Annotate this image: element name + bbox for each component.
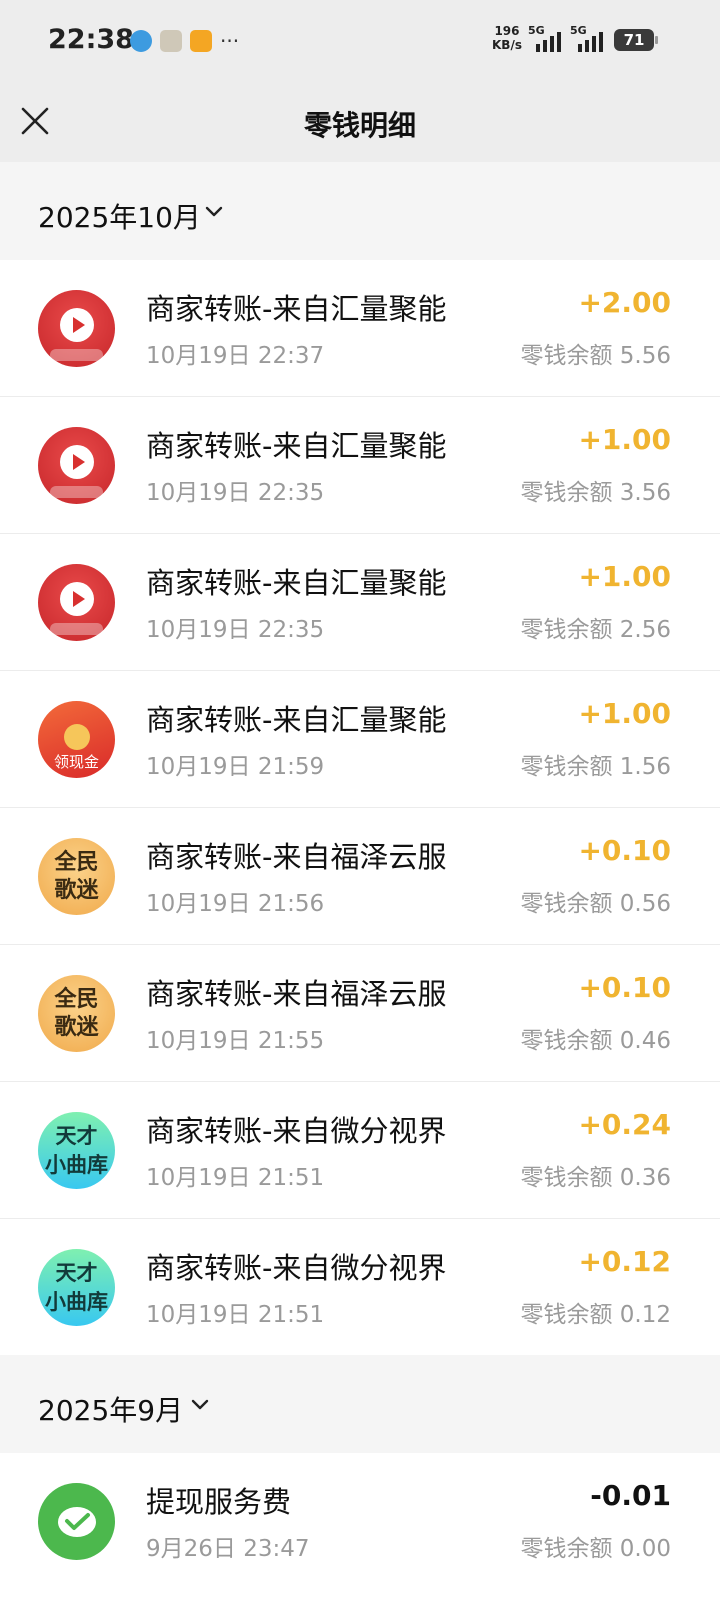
merchant-avatar: 全民 歌迷 [38,975,115,1052]
transaction-time: 10月19日 21:51 [146,1165,325,1191]
transaction-time: 10月19日 21:56 [146,891,325,917]
transaction-time: 10月19日 22:35 [146,480,325,506]
mail-icon [190,30,212,52]
transaction-title: 商家转账-来自汇量聚能 [146,292,447,326]
transaction-row[interactable]: 商家转账-来自汇量聚能 10月19日 22:35 +1.00 零钱余额 3.56 [0,397,720,534]
transaction-amount: +2.00 [578,286,671,319]
status-bar: 22:38 ··· 196 KB/s 5G 5G 71 [0,0,720,84]
transaction-title: 商家转账-来自汇量聚能 [146,429,447,463]
avatar-text: 歌迷 [54,877,99,903]
month-label: 2025年10月 [38,201,201,234]
more-icon: ··· [220,29,240,53]
avatar-text: 领现金 [53,753,99,771]
balance-after: 零钱余额 0.36 [520,1165,671,1191]
transaction-title: 商家转账-来自微分视界 [146,1114,447,1148]
transaction-row[interactable]: 提现服务费 9月26日 23:47 -0.01 零钱余额 0.00 [0,1453,720,1590]
transaction-title: 商家转账-来自汇量聚能 [146,566,447,600]
signal-1-label: 5G [528,24,545,37]
signal-icon-1: 5G [528,24,561,52]
balance-after: 零钱余额 2.56 [520,617,671,643]
wechat-pay-icon [57,1506,96,1537]
merchant-avatar [38,564,115,641]
transaction-amount: -0.01 [590,1479,671,1512]
mascot-icon [160,30,182,52]
transaction-list-oct: 商家转账-来自汇量聚能 10月19日 22:37 +2.00 零钱余额 5.56… [0,260,720,1356]
merchant-avatar: 全民 歌迷 [38,838,115,915]
balance-after: 零钱余额 5.56 [520,343,671,369]
transaction-time: 10月19日 21:51 [146,1302,325,1328]
avatar-text: 全民 [54,849,99,875]
transaction-title: 提现服务费 [146,1485,292,1519]
transaction-row[interactable]: 商家转账-来自汇量聚能 10月19日 22:35 +1.00 零钱余额 2.56 [0,534,720,671]
chevron-down-icon [191,1399,209,1410]
month-selector-oct[interactable]: 2025年10月 [0,162,720,260]
network-speed-value: 196 [494,24,520,38]
notification-icons: ··· [130,30,239,52]
avatar-text: 小曲库 [45,1289,108,1314]
transaction-time: 10月19日 22:37 [146,343,325,369]
month-label: 2025年9月 [38,1394,184,1427]
network-speed-unit: KB/s [492,38,522,52]
balance-after: 零钱余额 0.56 [520,891,671,917]
transaction-amount: +1.00 [578,697,671,730]
transaction-amount: +1.00 [578,560,671,593]
transaction-amount: +0.10 [578,834,671,867]
transaction-amount: +0.10 [578,971,671,1004]
balance-after: 零钱余额 3.56 [520,480,671,506]
telegram-icon [130,30,152,52]
transaction-title: 商家转账-来自福泽云服 [146,977,447,1011]
play-icon [59,444,94,479]
avatar-text: 小曲库 [45,1152,108,1177]
transaction-title: 商家转账-来自福泽云服 [146,840,447,874]
transaction-list-sep: 提现服务费 9月26日 23:47 -0.01 零钱余额 0.00 [0,1453,720,1600]
transaction-row[interactable]: 天才 小曲库 商家转账-来自微分视界 10月19日 21:51 +0.24 零钱… [0,1082,720,1219]
transaction-row[interactable]: 全民 歌迷 商家转账-来自福泽云服 10月19日 21:56 +0.10 零钱余… [0,808,720,945]
transaction-amount: +0.12 [578,1245,671,1278]
merchant-avatar: 天才 小曲库 [38,1112,115,1189]
nav-bar: 零钱明细 [0,84,720,162]
merchant-avatar [38,427,115,504]
play-icon [59,581,94,616]
balance-after: 零钱余额 0.12 [520,1302,671,1328]
transaction-time: 10月19日 21:59 [146,754,325,780]
page-title: 零钱明细 [303,109,416,142]
transaction-row[interactable]: 商家转账-来自汇量聚能 10月19日 22:37 +2.00 零钱余额 5.56 [0,260,720,397]
transaction-time: 9月26日 23:47 [146,1536,310,1562]
avatar-text: 天才 [55,1123,98,1148]
merchant-avatar [38,290,115,367]
balance-after: 零钱余额 0.46 [520,1028,671,1054]
signal-icon-2: 5G [570,24,603,52]
play-icon [59,307,94,342]
network-speed: 196 KB/s [492,24,522,52]
balance-after: 零钱余额 0.00 [520,1536,671,1562]
transaction-row[interactable]: 天才 小曲库 商家转账-来自微分视界 10月19日 21:51 +0.12 零钱… [0,1219,720,1356]
avatar-text: 全民 [54,986,99,1012]
month-selector-sep[interactable]: 2025年9月 [0,1355,720,1453]
transaction-title: 商家转账-来自微分视界 [146,1251,447,1285]
transaction-amount: +1.00 [578,423,671,456]
transaction-time: 10月19日 21:55 [146,1028,325,1054]
transaction-title: 商家转账-来自汇量聚能 [146,703,447,737]
merchant-avatar: 天才 小曲库 [38,1249,115,1326]
transaction-amount: +0.24 [578,1108,671,1141]
balance-after: 零钱余额 1.56 [520,754,671,780]
avatar-text: 天才 [55,1260,98,1285]
avatar-text: 歌迷 [54,1014,99,1040]
transaction-row[interactable]: 全民 歌迷 商家转账-来自福泽云服 10月19日 21:55 +0.10 零钱余… [0,945,720,1082]
merchant-avatar [38,1483,115,1560]
battery-icon: 71 [614,29,658,51]
status-time: 22:38 [48,24,134,55]
transaction-time: 10月19日 22:35 [146,617,325,643]
red-envelope-icon [63,723,90,750]
signal-2-label: 5G [570,24,587,37]
transaction-row[interactable]: 领现金 商家转账-来自汇量聚能 10月19日 21:59 +1.00 零钱余额 … [0,671,720,808]
merchant-avatar: 领现金 [38,701,115,778]
chevron-down-icon [205,206,223,217]
